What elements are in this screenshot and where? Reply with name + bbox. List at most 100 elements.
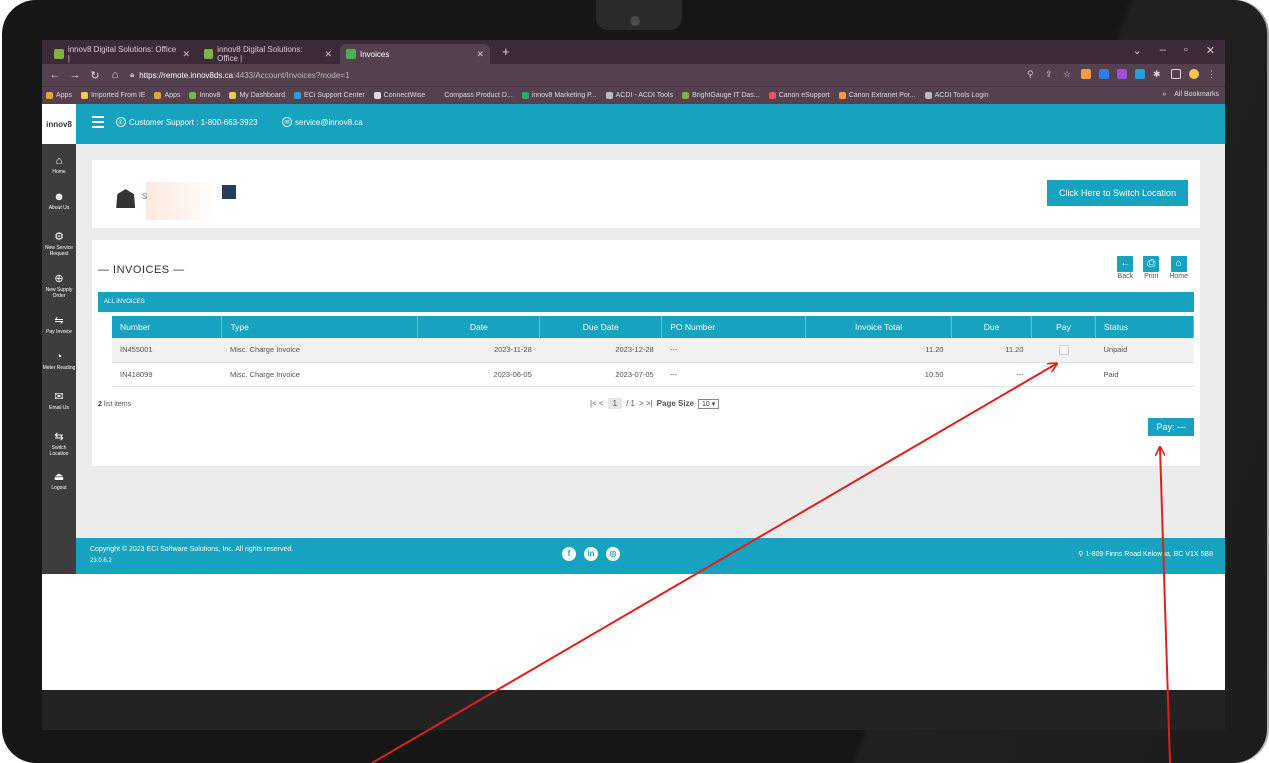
pay-cell <box>1031 362 1096 387</box>
share-icon[interactable]: ⇪ <box>1045 69 1055 79</box>
col-po-number[interactable]: PO Number <box>661 316 807 338</box>
back-arrow-icon[interactable]: ← <box>48 69 62 81</box>
extension-icon[interactable] <box>1081 69 1091 79</box>
bookmark-icon <box>521 92 529 99</box>
col-type[interactable]: Type <box>221 316 419 338</box>
sidebar-item-label: Home <box>52 169 66 175</box>
page-size-select[interactable]: 10 ▾ <box>698 398 720 409</box>
sidebar-item-pay-invoice[interactable]: ⇋ Pay Invoice <box>42 316 76 336</box>
close-icon[interactable]: ✕ <box>182 49 190 60</box>
forward-arrow-icon[interactable]: → <box>68 69 82 81</box>
pay-checkbox[interactable] <box>1058 344 1069 355</box>
service-email[interactable]: ✉ service@innov8.ca <box>282 117 363 127</box>
tab-search-icon[interactable]: ⌄ <box>1133 44 1142 57</box>
bookmark-item[interactable]: Compass Product D... <box>434 92 513 99</box>
sidebar-item-email-us[interactable]: ✉ Email Us <box>42 392 76 412</box>
col-invoice-total[interactable]: Invoice Total <box>805 316 953 338</box>
bookmark-item[interactable]: Apps <box>46 92 72 99</box>
close-icon[interactable]: ✕ <box>324 49 332 60</box>
close-window-icon[interactable]: ✕ <box>1206 44 1215 57</box>
invoice-date: 2023-06-05 <box>417 362 540 387</box>
sidebar-item-about-us[interactable]: ☻ About Us <box>42 192 76 212</box>
pager-next-buttons[interactable]: > >| <box>639 399 653 408</box>
extension-icon[interactable] <box>1117 69 1127 79</box>
extension-icon[interactable] <box>1135 69 1145 79</box>
col-status[interactable]: Status <box>1095 316 1195 338</box>
sidebar-item-new-service-request[interactable]: ⚙ New Service Request <box>42 232 76 258</box>
avatar[interactable] <box>1189 69 1199 79</box>
zoom-icon[interactable]: ⚲ <box>1027 69 1037 79</box>
reload-icon[interactable]: ↻ <box>88 69 102 82</box>
switch-location-button[interactable]: Click Here to Switch Location <box>1046 180 1188 206</box>
page-size-value: 10 <box>702 400 710 408</box>
bookmark-item[interactable]: Apps <box>154 92 180 99</box>
bookmarks-bar: Apps Imported From IE Apps Innov8 My Dashboa… <box>42 86 1225 104</box>
puzzle-icon[interactable]: ✱ <box>1153 69 1163 79</box>
url-field[interactable]: 🔒︎ https://remote.innov8ds.ca:4433/Accou… <box>130 70 349 80</box>
bookmark-item[interactable]: Imported From IE <box>80 92 145 99</box>
menu-dots-icon[interactable]: ⋮ <box>1207 69 1217 79</box>
table-row[interactable]: IN418099 Misc. Charge Invoice 2023-06-05… <box>112 362 1194 387</box>
pager-row: 2 list items |< < 1 / 1 > >| Page Size 1… <box>98 398 1194 414</box>
home-button[interactable]: ⌂ Home <box>1169 256 1188 280</box>
bookmark-item[interactable]: My Dashboard <box>229 92 285 99</box>
linkedin-icon[interactable]: in <box>584 547 598 561</box>
printer-icon: ⎙ <box>1143 256 1160 272</box>
all-bookmarks[interactable]: » All Bookmarks <box>1162 91 1219 98</box>
star-icon[interactable]: ☆ <box>1063 69 1073 79</box>
bookmark-item[interactable]: innov8 Marketing P... <box>521 92 597 99</box>
bookmark-item[interactable]: ConnectWise <box>373 92 425 99</box>
bookmark-item[interactable]: ACDI Tools Login <box>924 92 989 99</box>
hamburger-menu-icon[interactable] <box>92 116 104 128</box>
browser-tab[interactable]: innov8 Digital Solutions: Office | ✕ <box>198 44 338 64</box>
location-pin-icon: ⚲ <box>1078 551 1084 558</box>
back-label: Back <box>1117 273 1134 280</box>
facebook-icon[interactable]: f <box>562 547 576 561</box>
pager-prev-buttons[interactable]: |< < <box>590 399 604 408</box>
col-due-date[interactable]: Due Date <box>539 316 663 338</box>
invoice-number[interactable]: IN418099 <box>112 362 222 387</box>
extension-icon[interactable] <box>1099 69 1109 79</box>
sidebar-item-meter-reading[interactable]: ◔ Meter Reading <box>42 352 76 372</box>
home-icon[interactable]: ⌂ <box>108 69 122 81</box>
bookmark-item[interactable]: ECi Support Center <box>293 92 365 99</box>
browser-tab-active[interactable]: Invoices ✕ <box>340 44 490 64</box>
browser-tab[interactable]: innov8 Digital Solutions: Office | ✕ <box>48 44 196 64</box>
instagram-icon[interactable]: ◎ <box>606 547 620 561</box>
bookmark-item[interactable]: ACDI - ACDI Tools <box>605 92 673 99</box>
lock-icon: 🔒︎ <box>130 70 135 79</box>
col-pay[interactable]: Pay <box>1031 316 1096 338</box>
innov8-tab-icon <box>54 49 64 59</box>
customer-support[interactable]: ✆ Customer Support : 1-800-663-3923 <box>116 117 258 127</box>
invoice-po: --- <box>661 362 806 387</box>
bookmark-item[interactable]: Canon eSupport <box>768 92 830 99</box>
tab-title: innov8 Digital Solutions: Office | <box>67 45 177 63</box>
invoice-number[interactable]: IN455001 <box>112 338 222 363</box>
pay-cell <box>1031 338 1096 363</box>
table-row[interactable]: IN455001 Misc. Charge Invoice 2023-11-28… <box>112 338 1194 363</box>
sidebar-item-new-supply-order[interactable]: ⊕ New Supply Order <box>42 274 76 300</box>
innov8-logo[interactable]: innov8 <box>42 104 76 144</box>
bookmark-item[interactable]: Innov8 <box>189 92 220 99</box>
sidepanel-icon[interactable] <box>1171 69 1181 79</box>
pay-button[interactable]: Pay: --- <box>1148 418 1194 436</box>
minimize-icon[interactable]: – <box>1160 44 1166 57</box>
new-tab-icon[interactable]: + <box>502 44 510 59</box>
list-count-label: list items <box>103 401 132 408</box>
overflow-chevron-icon[interactable]: » <box>1162 91 1166 98</box>
footer-sidebar-strip <box>42 538 76 574</box>
col-due[interactable]: Due <box>951 316 1033 338</box>
back-button[interactable]: ← Back <box>1117 256 1134 280</box>
bookmark-item[interactable]: Canon Extranet Por... <box>838 92 916 99</box>
sidebar-item-logout[interactable]: ⏏ Logout <box>42 472 76 492</box>
col-date[interactable]: Date <box>417 316 541 338</box>
current-page[interactable]: 1 <box>607 398 623 409</box>
sidebar-item-switch-location[interactable]: ⇆ Switch Location <box>42 432 76 458</box>
sidebar-item-home[interactable]: ⌂ Home <box>42 156 76 176</box>
bookmark-item[interactable]: BrightGauge IT Das... <box>682 92 760 99</box>
col-number[interactable]: Number <box>112 316 223 338</box>
maximize-icon[interactable]: ▫ <box>1184 44 1188 57</box>
close-icon[interactable]: ✕ <box>476 49 484 60</box>
print-button[interactable]: ⎙ Print <box>1143 256 1160 280</box>
sidebar-item-label: Pay Invoice <box>46 329 72 335</box>
